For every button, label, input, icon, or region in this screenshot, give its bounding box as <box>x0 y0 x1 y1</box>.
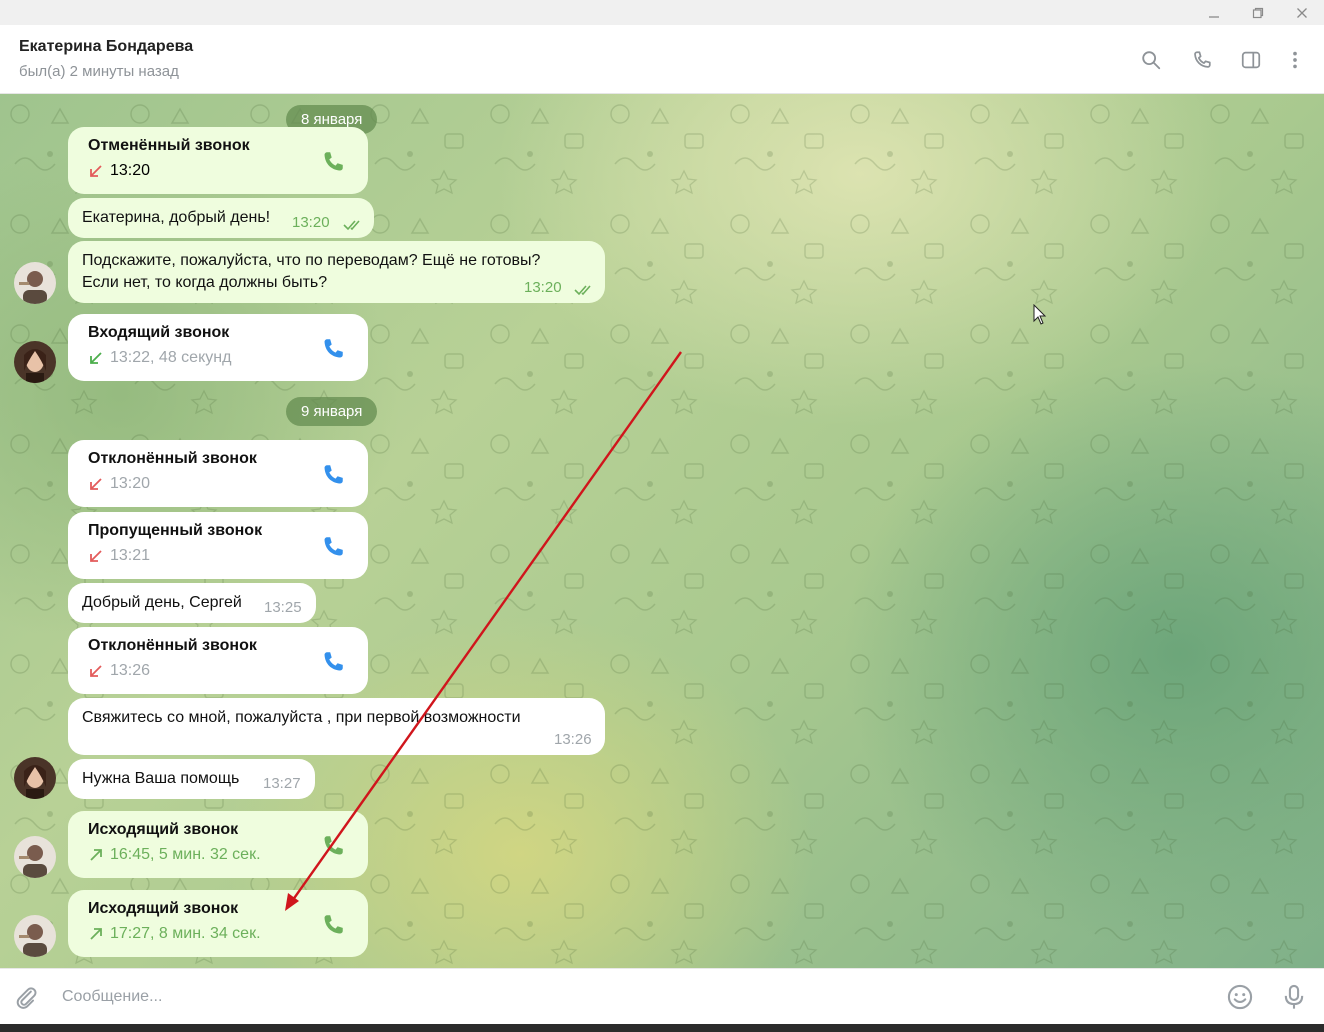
text-message[interactable]: Подскажите, пожалуйста, что по переводам… <box>68 241 605 303</box>
message-input[interactable] <box>50 977 1224 1017</box>
message-time: 13:20 <box>292 214 330 231</box>
message-text: Свяжитесь со мной, пожалуйста , при перв… <box>82 709 521 726</box>
text-message[interactable]: Екатерина, добрый день! 13:20 <box>68 198 374 238</box>
call-message[interactable]: Отменённый звонок 13:20 <box>68 127 368 194</box>
microphone-icon[interactable] <box>1280 983 1308 1011</box>
message-text: Нужна Ваша помощь <box>82 770 240 787</box>
call-phone-icon[interactable] <box>320 833 346 859</box>
close-icon[interactable] <box>1280 0 1324 25</box>
call-detail: 17:27, 8 мин. 34 сек. <box>88 925 261 943</box>
my-avatar[interactable] <box>14 836 56 878</box>
my-avatar[interactable] <box>14 262 56 304</box>
call-time: 13:22, 48 секунд <box>110 349 232 366</box>
message-text: Екатерина, добрый день! <box>82 209 271 226</box>
taskbar-strip <box>0 1024 1324 1032</box>
date-separator: 9 января <box>286 397 378 426</box>
call-detail: 16:45, 5 мин. 32 сек. <box>88 846 261 864</box>
restore-icon[interactable] <box>1236 0 1280 25</box>
message-time: 13:20 <box>524 279 562 296</box>
call-message[interactable]: Отклонённый звонок 13:26 <box>68 627 368 694</box>
emoji-icon[interactable] <box>1226 983 1254 1011</box>
compose-bar <box>0 968 1324 1025</box>
missed-call-arrow-icon <box>90 550 102 562</box>
call-message[interactable]: Пропущенный звонок 13:21 <box>68 512 368 579</box>
search-icon[interactable] <box>1138 47 1164 73</box>
message-text-line: Подскажите, пожалуйста, что по переводам… <box>82 252 541 269</box>
call-message[interactable]: Отклонённый звонок 13:20 <box>68 440 368 507</box>
call-phone-icon[interactable] <box>320 149 346 175</box>
call-time: 17:27, 8 мин. 34 сек. <box>110 925 261 942</box>
call-title: Отклонённый звонок <box>88 450 257 467</box>
call-title: Отклонённый звонок <box>88 637 257 654</box>
call-detail: 13:20 <box>88 475 150 493</box>
call-time: 13:21 <box>110 547 151 564</box>
peer-avatar[interactable] <box>14 341 56 383</box>
call-time: 16:45, 5 мин. 32 сек. <box>110 846 261 863</box>
phone-icon[interactable] <box>1189 47 1215 73</box>
call-message[interactable]: Исходящий звонок 17:27, 8 мин. 34 сек. <box>68 890 368 957</box>
chat-header: Екатерина Бондарева был(а) 2 минуты наза… <box>0 25 1324 94</box>
mouse-cursor-icon <box>1033 304 1047 325</box>
call-title: Входящий звонок <box>88 324 230 341</box>
missed-call-arrow-icon <box>90 665 102 677</box>
incoming-call-arrow-icon <box>90 352 102 364</box>
attach-icon[interactable] <box>12 983 40 1011</box>
text-message[interactable]: Добрый день, Сергей 13:25 <box>68 583 316 623</box>
text-message[interactable]: Нужна Ваша помощь 13:27 <box>68 759 315 799</box>
missed-call-arrow-icon <box>90 478 102 490</box>
outgoing-call-arrow-icon <box>90 928 102 940</box>
window-titlebar <box>0 0 1324 25</box>
call-detail: 13:21 <box>88 547 150 565</box>
call-detail: 13:26 <box>88 662 150 680</box>
read-checkmarks-icon <box>343 220 360 231</box>
call-phone-icon[interactable] <box>320 534 346 560</box>
call-title: Исходящий звонок <box>88 900 239 917</box>
call-phone-icon[interactable] <box>320 912 346 938</box>
message-time: 13:27 <box>263 775 301 792</box>
peer-status: был(а) 2 минуты назад <box>19 63 179 80</box>
call-message[interactable]: Исходящий звонок 16:45, 5 мин. 32 сек. <box>68 811 368 878</box>
call-time: 13:20 <box>110 162 151 179</box>
peer-avatar[interactable] <box>14 757 56 799</box>
call-message[interactable]: Входящий звонок 13:22, 48 секунд <box>68 314 368 381</box>
outgoing-call-arrow-icon <box>90 849 102 861</box>
more-vertical-icon[interactable] <box>1282 47 1308 73</box>
call-title: Отменённый звонок <box>88 137 250 154</box>
call-title: Исходящий звонок <box>88 821 239 838</box>
sidebar-icon[interactable] <box>1238 47 1264 73</box>
call-title: Пропущенный звонок <box>88 522 263 539</box>
call-phone-icon[interactable] <box>320 462 346 488</box>
message-text-line: Если нет, то когда должны быть? <box>82 274 328 291</box>
call-time: 13:20 <box>110 475 151 492</box>
minimize-icon[interactable] <box>1192 0 1236 25</box>
message-time: 13:26 <box>554 731 592 748</box>
call-phone-icon[interactable] <box>320 336 346 362</box>
call-time: 13:26 <box>110 662 151 679</box>
message-time: 13:25 <box>264 599 302 616</box>
call-detail: 13:20 <box>88 162 150 180</box>
call-phone-icon[interactable] <box>320 649 346 675</box>
peer-name[interactable]: Екатерина Бондарева <box>19 38 193 56</box>
missed-call-arrow-icon <box>90 165 102 177</box>
call-detail: 13:22, 48 секунд <box>88 349 231 367</box>
read-checkmarks-icon <box>574 285 591 296</box>
my-avatar[interactable] <box>14 915 56 957</box>
message-text: Добрый день, Сергей <box>82 594 242 611</box>
text-message[interactable]: Свяжитесь со мной, пожалуйста , при перв… <box>68 698 605 755</box>
chat-history[interactable]: 8 января Отменённый звонок 13:20 Екатери… <box>0 94 1324 968</box>
